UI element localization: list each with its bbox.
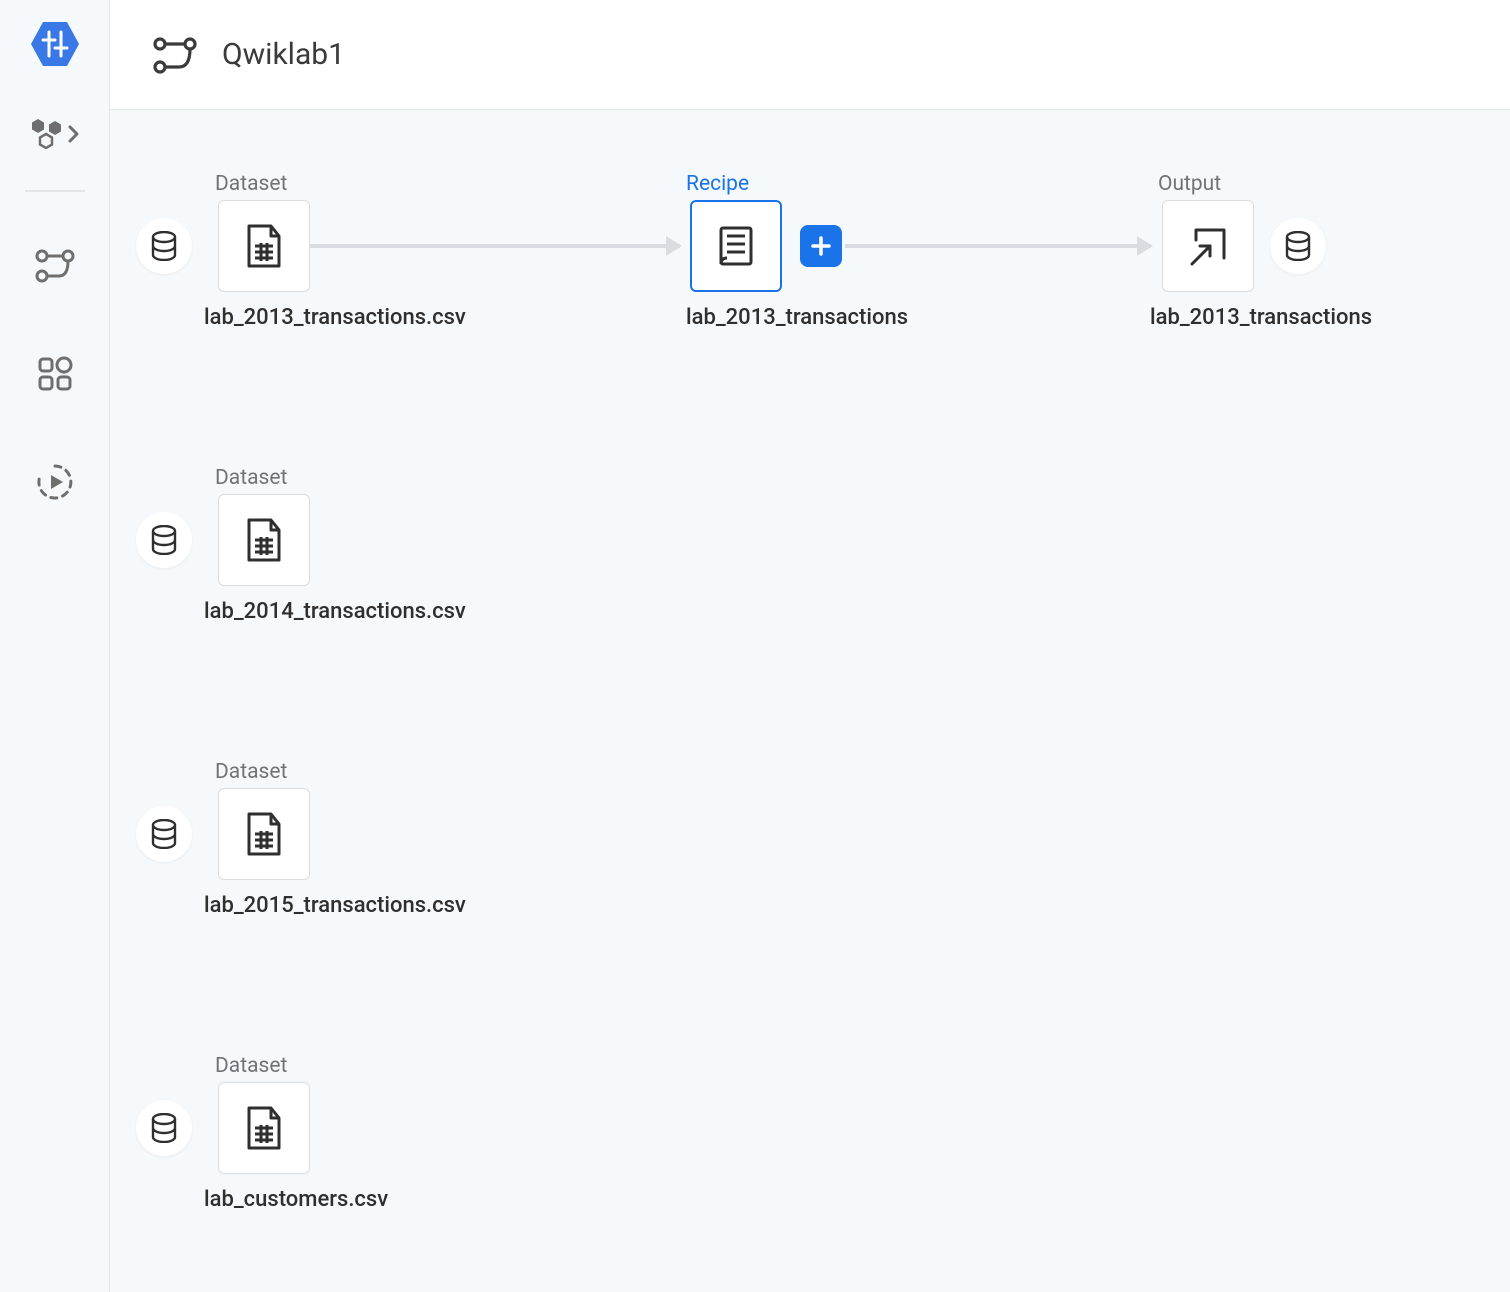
section-label-output: Output bbox=[1158, 172, 1221, 196]
sidebar-item-apps[interactable] bbox=[21, 350, 89, 398]
dataset-node-2014[interactable] bbox=[218, 494, 310, 586]
dataprep-logo-icon bbox=[29, 18, 81, 70]
dataset-node-customers[interactable] bbox=[218, 1082, 310, 1174]
recipe-label-2013: lab_2013_transactions bbox=[686, 305, 908, 330]
dataset-node-2015[interactable] bbox=[218, 788, 310, 880]
section-label-dataset-4: Dataset bbox=[215, 1054, 287, 1078]
dataset-label-2013: lab_2013_transactions.csv bbox=[204, 305, 466, 330]
datasource-badge-row4[interactable] bbox=[136, 1100, 192, 1156]
app-logo[interactable] bbox=[29, 18, 81, 70]
dataset-label-2014: lab_2014_transactions.csv bbox=[204, 599, 466, 624]
database-icon bbox=[150, 819, 178, 849]
output-label-2013: lab_2013_transactions bbox=[1150, 305, 1372, 330]
connector-recipe-to-output bbox=[845, 244, 1151, 248]
output-run-icon bbox=[1186, 224, 1230, 268]
recipe-icon bbox=[715, 222, 757, 270]
dataset-node-2013[interactable] bbox=[218, 200, 310, 292]
sidebar-item-library[interactable] bbox=[21, 110, 89, 158]
left-sidebar bbox=[0, 0, 110, 1292]
dataset-tile[interactable] bbox=[218, 494, 310, 586]
run-circle-icon bbox=[35, 462, 75, 502]
output-node-2013[interactable] bbox=[1162, 200, 1254, 292]
sidebar-divider bbox=[25, 190, 85, 192]
dataset-label-customers: lab_customers.csv bbox=[204, 1187, 388, 1212]
recipe-node-2013[interactable] bbox=[690, 200, 782, 292]
section-label-dataset-2: Dataset bbox=[215, 466, 287, 490]
datasource-badge-row3[interactable] bbox=[136, 806, 192, 862]
database-icon bbox=[150, 525, 178, 555]
database-icon bbox=[150, 1113, 178, 1143]
file-icon bbox=[243, 810, 285, 858]
flow-icon bbox=[35, 248, 75, 284]
section-label-dataset-3: Dataset bbox=[215, 760, 287, 784]
chevron-right-icon bbox=[67, 123, 81, 145]
hex-cluster-icon bbox=[29, 119, 65, 149]
plus-icon bbox=[810, 235, 832, 257]
database-icon bbox=[1284, 231, 1312, 261]
output-tile[interactable] bbox=[1162, 200, 1254, 292]
apps-grid-icon bbox=[37, 356, 73, 392]
dataset-label-2015: lab_2015_transactions.csv bbox=[204, 893, 466, 918]
database-icon bbox=[150, 231, 178, 261]
section-label-recipe: Recipe bbox=[686, 172, 749, 196]
dataset-tile[interactable] bbox=[218, 200, 310, 292]
dataset-tile[interactable] bbox=[218, 1082, 310, 1174]
section-label-dataset: Dataset bbox=[215, 172, 287, 196]
page-title: Qwiklab1 bbox=[222, 37, 345, 72]
recipe-tile[interactable] bbox=[690, 200, 782, 292]
file-icon bbox=[243, 1104, 285, 1152]
file-icon bbox=[243, 222, 285, 270]
dataset-tile[interactable] bbox=[218, 788, 310, 880]
header-flow-icon bbox=[152, 35, 198, 75]
datasource-badge-row1[interactable] bbox=[136, 218, 192, 274]
datasource-badge-row2[interactable] bbox=[136, 512, 192, 568]
output-destination-badge[interactable] bbox=[1270, 218, 1326, 274]
sidebar-item-jobs[interactable] bbox=[21, 458, 89, 506]
flow-canvas[interactable]: Dataset Recipe Output lab_2013_transacti… bbox=[110, 110, 1510, 1292]
file-icon bbox=[243, 516, 285, 564]
sidebar-item-flows[interactable] bbox=[21, 242, 89, 290]
connector-ds-to-recipe bbox=[310, 244, 680, 248]
page-header: Qwiklab1 bbox=[110, 0, 1510, 110]
add-step-button[interactable] bbox=[800, 225, 842, 267]
